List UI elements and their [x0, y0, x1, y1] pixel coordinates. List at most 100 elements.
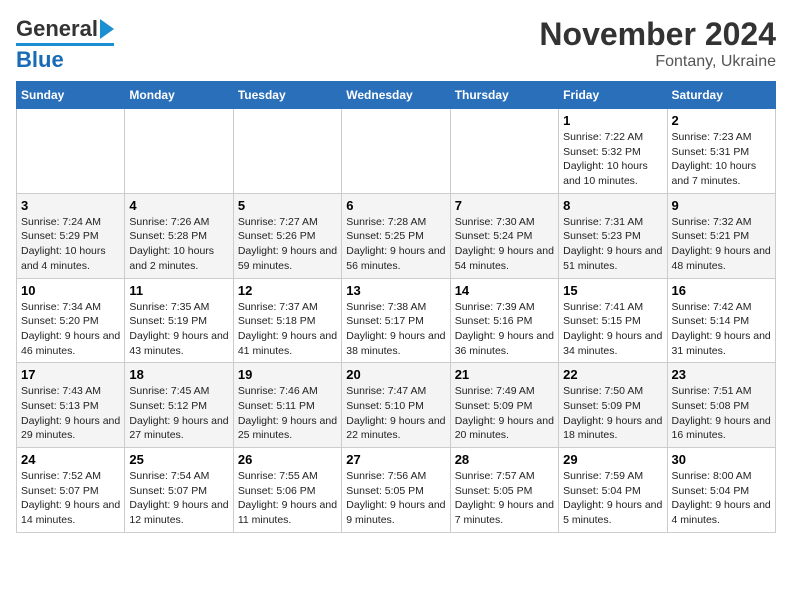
day-info: Sunrise: 7:47 AMSunset: 5:10 PMDaylight:…	[346, 384, 445, 443]
calendar-cell: 19Sunrise: 7:46 AMSunset: 5:11 PMDayligh…	[233, 363, 341, 448]
calendar-cell	[342, 109, 450, 194]
day-number: 11	[129, 283, 228, 298]
day-number: 18	[129, 367, 228, 382]
day-info: Sunrise: 7:41 AMSunset: 5:15 PMDaylight:…	[563, 300, 662, 359]
title-area: November 2024 Fontany, Ukraine	[539, 16, 776, 71]
calendar-day-header: Friday	[559, 82, 667, 109]
logo-arrow-icon	[100, 19, 114, 39]
day-number: 20	[346, 367, 445, 382]
day-number: 1	[563, 113, 662, 128]
page-header: General Blue November 2024 Fontany, Ukra…	[16, 16, 776, 73]
day-number: 4	[129, 198, 228, 213]
calendar-day-header: Wednesday	[342, 82, 450, 109]
calendar-day-header: Monday	[125, 82, 233, 109]
day-info: Sunrise: 7:50 AMSunset: 5:09 PMDaylight:…	[563, 384, 662, 443]
calendar-cell: 21 Sunrise: 7:49 AMSunset: 5:09 PMDayligh…	[450, 363, 558, 448]
calendar-cell: 2Sunrise: 7:23 AMSunset: 5:31 PMDaylight…	[667, 109, 775, 194]
day-info: Sunrise: 7:51 AMSunset: 5:08 PMDaylight:…	[672, 384, 771, 443]
day-info: Sunrise: 7:22 AMSunset: 5:32 PMDaylight:…	[563, 130, 662, 189]
day-info: Sunrise: 8:00 AMSunset: 5:04 PMDaylight:…	[672, 469, 771, 528]
day-info: Sunrise: 7:55 AMSunset: 5:06 PMDaylight:…	[238, 469, 337, 528]
calendar-cell	[17, 109, 125, 194]
day-number: 17	[21, 367, 120, 382]
day-number: 29	[563, 452, 662, 467]
day-number: 9	[672, 198, 771, 213]
day-info: Sunrise: 7:35 AMSunset: 5:19 PMDaylight:…	[129, 300, 228, 359]
page-title: November 2024	[539, 16, 776, 53]
day-info: Sunrise: 7:37 AMSunset: 5:18 PMDaylight:…	[238, 300, 337, 359]
day-number: 7	[455, 198, 554, 213]
day-info: Sunrise: 7:38 AMSunset: 5:17 PMDaylight:…	[346, 300, 445, 359]
calendar-cell: 20 Sunrise: 7:47 AMSunset: 5:10 PMDayligh…	[342, 363, 450, 448]
calendar-cell: 4 Sunrise: 7:26 AMSunset: 5:28 PMDaylight…	[125, 193, 233, 278]
calendar-cell: 23Sunrise: 7:51 AMSunset: 5:08 PMDayligh…	[667, 363, 775, 448]
day-number: 27	[346, 452, 445, 467]
calendar-table: SundayMondayTuesdayWednesdayThursdayFrid…	[16, 81, 776, 533]
logo: General Blue	[16, 16, 114, 73]
day-number: 15	[563, 283, 662, 298]
calendar-cell: 29 Sunrise: 7:59 AMSunset: 5:04 PMDayligh…	[559, 448, 667, 533]
calendar-cell: 18 Sunrise: 7:45 AMSunset: 5:12 PMDayligh…	[125, 363, 233, 448]
calendar-cell: 30 Sunrise: 8:00 AMSunset: 5:04 PMDayligh…	[667, 448, 775, 533]
calendar-cell: 27 Sunrise: 7:56 AMSunset: 5:05 PMDayligh…	[342, 448, 450, 533]
calendar-day-header: Saturday	[667, 82, 775, 109]
day-info: Sunrise: 7:23 AMSunset: 5:31 PMDaylight:…	[672, 130, 771, 189]
day-number: 30	[672, 452, 771, 467]
day-info: Sunrise: 7:32 AMSunset: 5:21 PMDaylight:…	[672, 215, 771, 274]
calendar-cell: 1 Sunrise: 7:22 AMSunset: 5:32 PMDaylight…	[559, 109, 667, 194]
calendar-day-header: Sunday	[17, 82, 125, 109]
day-info: Sunrise: 7:59 AMSunset: 5:04 PMDaylight:…	[563, 469, 662, 528]
calendar-cell: 7 Sunrise: 7:30 AMSunset: 5:24 PMDaylight…	[450, 193, 558, 278]
day-info: Sunrise: 7:26 AMSunset: 5:28 PMDaylight:…	[129, 215, 228, 274]
day-number: 25	[129, 452, 228, 467]
day-info: Sunrise: 7:56 AMSunset: 5:05 PMDaylight:…	[346, 469, 445, 528]
day-info: Sunrise: 7:30 AMSunset: 5:24 PMDaylight:…	[455, 215, 554, 274]
day-number: 3	[21, 198, 120, 213]
calendar-week-row: 17 Sunrise: 7:43 AMSunset: 5:13 PMDayligh…	[17, 363, 776, 448]
calendar-cell: 3Sunrise: 7:24 AMSunset: 5:29 PMDaylight…	[17, 193, 125, 278]
calendar-week-row: 10Sunrise: 7:34 AMSunset: 5:20 PMDayligh…	[17, 278, 776, 363]
day-number: 8	[563, 198, 662, 213]
calendar-cell: 12 Sunrise: 7:37 AMSunset: 5:18 PMDayligh…	[233, 278, 341, 363]
day-info: Sunrise: 7:39 AMSunset: 5:16 PMDaylight:…	[455, 300, 554, 359]
day-number: 10	[21, 283, 120, 298]
calendar-header-row: SundayMondayTuesdayWednesdayThursdayFrid…	[17, 82, 776, 109]
day-info: Sunrise: 7:28 AMSunset: 5:25 PMDaylight:…	[346, 215, 445, 274]
calendar-cell: 5 Sunrise: 7:27 AMSunset: 5:26 PMDaylight…	[233, 193, 341, 278]
day-info: Sunrise: 7:57 AMSunset: 5:05 PMDaylight:…	[455, 469, 554, 528]
day-info: Sunrise: 7:49 AMSunset: 5:09 PMDaylight:…	[455, 384, 554, 443]
calendar-week-row: 24 Sunrise: 7:52 AMSunset: 5:07 PMDayligh…	[17, 448, 776, 533]
calendar-cell: 14 Sunrise: 7:39 AMSunset: 5:16 PMDayligh…	[450, 278, 558, 363]
day-info: Sunrise: 7:42 AMSunset: 5:14 PMDaylight:…	[672, 300, 771, 359]
day-number: 6	[346, 198, 445, 213]
day-number: 21	[455, 367, 554, 382]
day-number: 22	[563, 367, 662, 382]
calendar-cell: 13Sunrise: 7:38 AMSunset: 5:17 PMDayligh…	[342, 278, 450, 363]
day-info: Sunrise: 7:52 AMSunset: 5:07 PMDaylight:…	[21, 469, 120, 528]
calendar-week-row: 3Sunrise: 7:24 AMSunset: 5:29 PMDaylight…	[17, 193, 776, 278]
calendar-cell: 25Sunrise: 7:54 AMSunset: 5:07 PMDayligh…	[125, 448, 233, 533]
day-number: 12	[238, 283, 337, 298]
calendar-cell: 15 Sunrise: 7:41 AMSunset: 5:15 PMDayligh…	[559, 278, 667, 363]
day-info: Sunrise: 7:45 AMSunset: 5:12 PMDaylight:…	[129, 384, 228, 443]
calendar-cell: 9 Sunrise: 7:32 AMSunset: 5:21 PMDaylight…	[667, 193, 775, 278]
logo-underline	[16, 43, 114, 46]
calendar-cell: 8Sunrise: 7:31 AMSunset: 5:23 PMDaylight…	[559, 193, 667, 278]
day-number: 24	[21, 452, 120, 467]
day-info: Sunrise: 7:27 AMSunset: 5:26 PMDaylight:…	[238, 215, 337, 274]
logo-text-general: General	[16, 16, 98, 42]
calendar-cell: 24 Sunrise: 7:52 AMSunset: 5:07 PMDayligh…	[17, 448, 125, 533]
logo-text-blue: Blue	[16, 47, 64, 73]
calendar-cell: 26 Sunrise: 7:55 AMSunset: 5:06 PMDayligh…	[233, 448, 341, 533]
calendar-cell: 28Sunrise: 7:57 AMSunset: 5:05 PMDayligh…	[450, 448, 558, 533]
calendar-day-header: Tuesday	[233, 82, 341, 109]
calendar-cell: 6 Sunrise: 7:28 AMSunset: 5:25 PMDaylight…	[342, 193, 450, 278]
day-number: 14	[455, 283, 554, 298]
day-info: Sunrise: 7:43 AMSunset: 5:13 PMDaylight:…	[21, 384, 120, 443]
day-number: 16	[672, 283, 771, 298]
calendar-week-row: 1 Sunrise: 7:22 AMSunset: 5:32 PMDaylight…	[17, 109, 776, 194]
day-number: 26	[238, 452, 337, 467]
calendar-cell: 22 Sunrise: 7:50 AMSunset: 5:09 PMDayligh…	[559, 363, 667, 448]
calendar-cell: 17 Sunrise: 7:43 AMSunset: 5:13 PMDayligh…	[17, 363, 125, 448]
day-number: 5	[238, 198, 337, 213]
